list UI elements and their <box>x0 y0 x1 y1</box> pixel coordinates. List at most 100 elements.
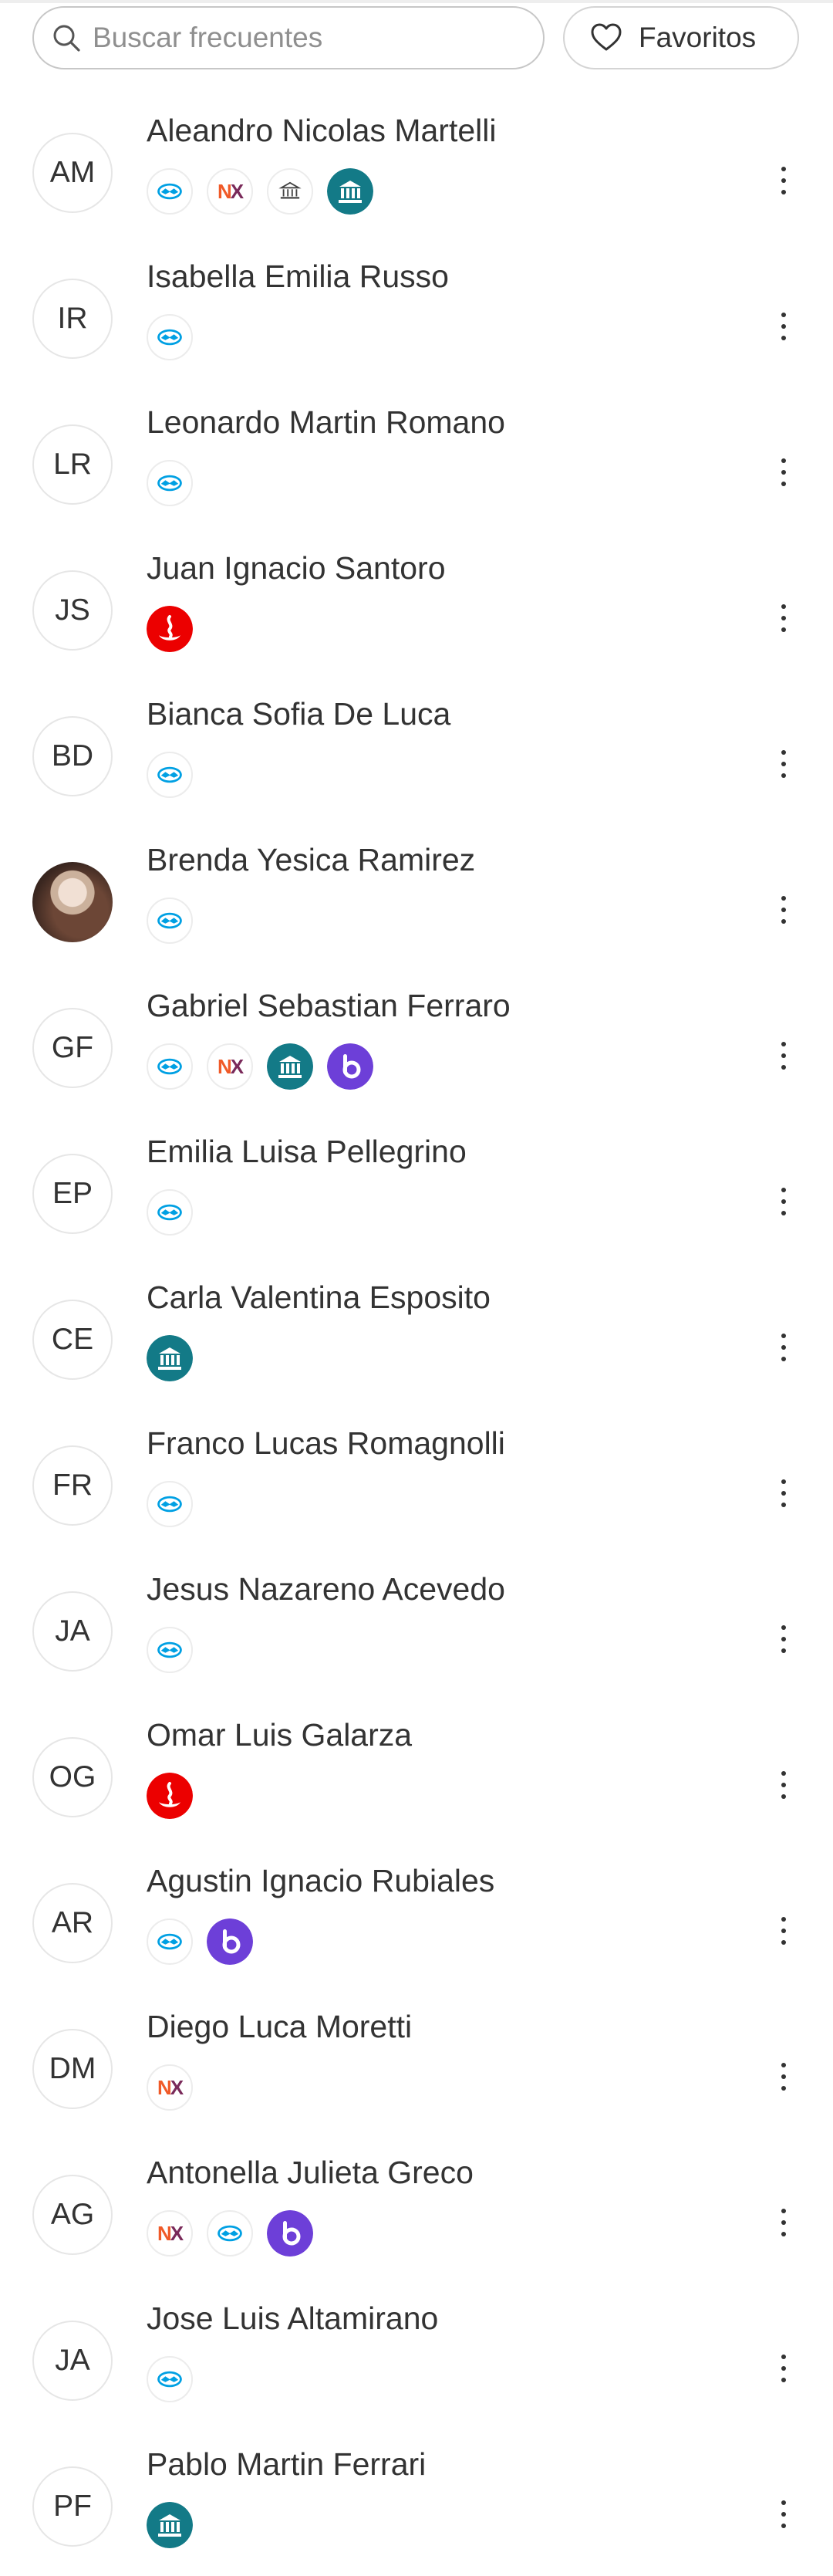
dot <box>781 1637 786 1641</box>
bank-outline-icon <box>267 168 313 215</box>
dot <box>781 1783 786 1787</box>
avatar: DM <box>32 2029 113 2109</box>
mercadopago-icon <box>147 1918 193 1965</box>
dot <box>781 1042 786 1046</box>
bank-icon <box>147 2502 193 2548</box>
naranjax-icon: NX <box>147 2210 193 2257</box>
dot <box>781 458 786 463</box>
account-badges <box>147 606 207 652</box>
account-badges <box>147 898 207 944</box>
contact-row[interactable]: EP Emilia Luisa Pellegrino <box>0 1123 833 1269</box>
more-options-icon[interactable] <box>768 162 799 199</box>
dot <box>781 627 786 632</box>
more-options-icon[interactable] <box>768 745 799 783</box>
dot <box>781 616 786 620</box>
contact-row[interactable]: JA Jose Luis Altamirano <box>0 2290 833 2436</box>
avatar: JA <box>32 2321 113 2401</box>
dot <box>781 1929 786 1933</box>
bank-icon <box>327 168 373 215</box>
more-options-icon[interactable] <box>768 1329 799 1366</box>
contact-row[interactable]: LR Leonardo Martin Romano <box>0 394 833 539</box>
mercadopago-icon <box>147 898 193 944</box>
dot <box>781 1491 786 1496</box>
dot <box>781 1345 786 1350</box>
more-options-icon[interactable] <box>768 454 799 491</box>
contact-row[interactable]: JS Juan Ignacio Santoro <box>0 539 833 685</box>
dot <box>781 1794 786 1799</box>
dot <box>781 178 786 183</box>
contact-row[interactable]: AR Agustin Ignacio Rubiales <box>0 1852 833 1998</box>
search-bar[interactable] <box>32 6 545 69</box>
contact-row[interactable]: OG Omar Luis Galarza <box>0 1706 833 1852</box>
dot <box>781 762 786 766</box>
account-badges <box>147 2502 207 2548</box>
contact-name: Jose Luis Altamirano <box>147 2300 439 2336</box>
mercadopago-icon <box>147 1189 193 1236</box>
more-options-icon[interactable] <box>768 1621 799 1658</box>
contact-row[interactable]: IR Isabella Emilia Russo <box>0 248 833 394</box>
search-input[interactable] <box>93 22 524 54</box>
more-options-icon[interactable] <box>768 2058 799 2095</box>
contact-row[interactable]: AM Aleandro Nicolas Martelli N X <box>0 102 833 248</box>
contact-row[interactable]: PF Pablo Martin Ferrari <box>0 2436 833 2576</box>
more-options-icon[interactable] <box>768 2204 799 2241</box>
avatar: LR <box>32 424 113 505</box>
dot <box>781 2378 786 2382</box>
contact-row[interactable]: JA Jesus Nazareno Acevedo <box>0 1560 833 1706</box>
dot <box>781 1199 786 1204</box>
dot <box>781 2086 786 2091</box>
contact-row[interactable]: DM Diego Luca Moretti N X <box>0 1998 833 2144</box>
dot <box>781 773 786 778</box>
dot <box>781 2366 786 2371</box>
santander-icon <box>147 606 193 652</box>
dot <box>781 313 786 317</box>
avatar: AR <box>32 1883 113 1963</box>
more-options-icon[interactable] <box>768 1475 799 1512</box>
more-options-icon[interactable] <box>768 891 799 928</box>
more-options-icon[interactable] <box>768 2350 799 2387</box>
bank-icon <box>267 1043 313 1090</box>
contact-row[interactable]: GF Gabriel Sebastian Ferraro N X <box>0 977 833 1123</box>
contact-row[interactable]: FR Franco Lucas Romagnolli <box>0 1415 833 1560</box>
dot <box>781 1771 786 1776</box>
account-badges <box>147 1189 207 1236</box>
avatar: OG <box>32 1737 113 1817</box>
favorites-label: Favoritos <box>639 22 757 53</box>
contact-row[interactable]: Brenda Yesica Ramirez <box>0 831 833 977</box>
contact-row[interactable]: AG Antonella Julieta Greco N X <box>0 2144 833 2290</box>
account-badges <box>147 1627 207 1673</box>
more-options-icon[interactable] <box>768 1912 799 1949</box>
more-options-icon[interactable] <box>768 308 799 345</box>
contact-name: Bianca Sofia De Luca <box>147 696 451 732</box>
account-badges <box>147 1335 207 1381</box>
dot <box>781 604 786 609</box>
more-options-icon[interactable] <box>768 600 799 637</box>
account-badges <box>147 460 207 506</box>
naranjax-icon: NX <box>207 168 253 215</box>
contact-name: Franco Lucas Romagnolli <box>147 1425 505 1461</box>
dot <box>781 896 786 901</box>
favorites-button[interactable]: Favoritos <box>563 6 799 69</box>
dot <box>781 2500 786 2505</box>
contact-row[interactable]: BD Bianca Sofia De Luca <box>0 685 833 831</box>
mercadopago-icon <box>147 314 193 360</box>
contact-row[interactable]: CE Carla Valentina Esposito <box>0 1269 833 1415</box>
account-badges <box>147 314 207 360</box>
mercadopago-icon <box>147 168 193 215</box>
avatar: IR <box>32 279 113 359</box>
more-options-icon[interactable] <box>768 2496 799 2533</box>
dot <box>781 1065 786 1070</box>
dot <box>781 2220 786 2225</box>
more-options-icon[interactable] <box>768 1037 799 1074</box>
santander-icon <box>147 1773 193 1819</box>
dot <box>781 1357 786 1361</box>
contact-name: Brenda Yesica Ramirez <box>147 842 476 877</box>
top-divider <box>0 0 833 3</box>
more-options-icon[interactable] <box>768 1766 799 1804</box>
account-badges: NX <box>147 1043 387 1090</box>
naranjax-icon: NX <box>207 1043 253 1090</box>
dot <box>781 190 786 194</box>
dot <box>781 2063 786 2067</box>
account-badges <box>147 1918 267 1965</box>
more-options-icon[interactable] <box>768 1183 799 1220</box>
